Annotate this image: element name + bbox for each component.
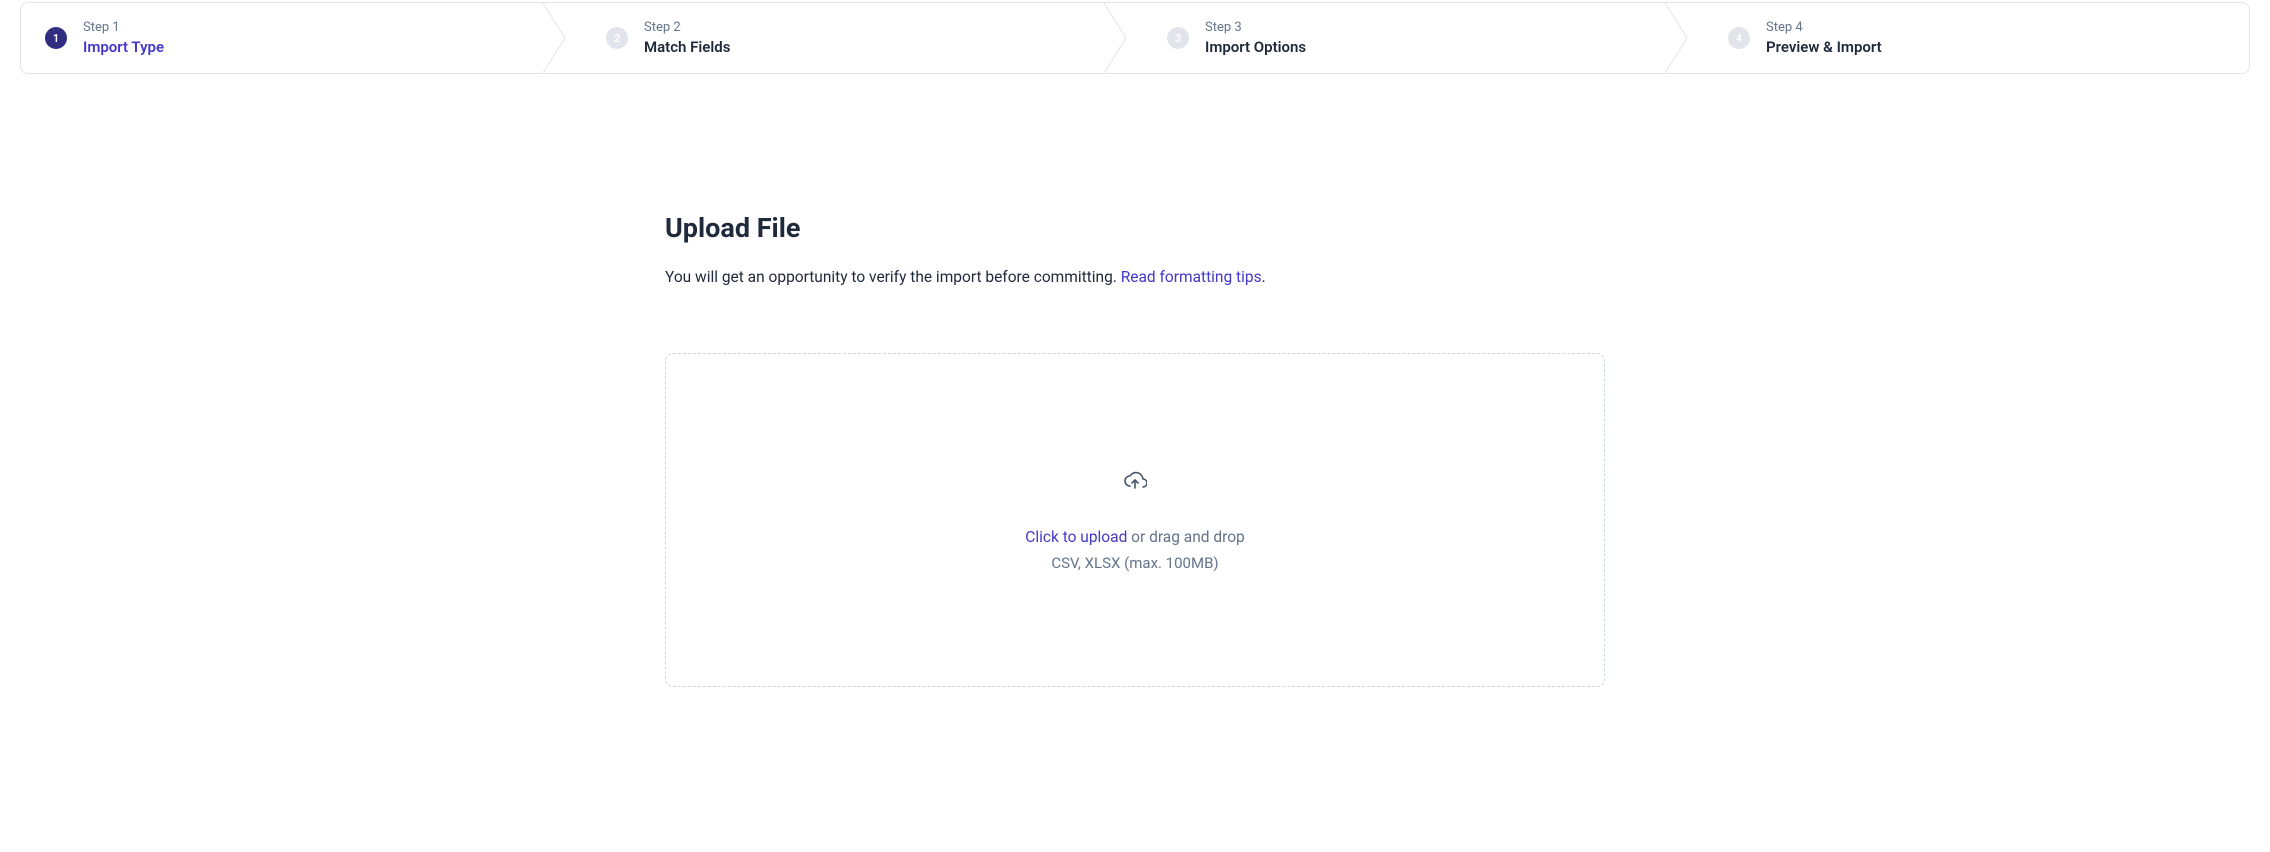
step-number-badge: 3 — [1167, 27, 1189, 49]
step-number-badge: 4 — [1728, 27, 1750, 49]
step-title: Import Type — [83, 37, 164, 57]
step-title: Preview & Import — [1766, 37, 1882, 57]
step-title: Import Options — [1205, 37, 1306, 57]
dropzone-instruction: Click to upload or drag and drop — [1025, 528, 1245, 546]
step-number-badge: 1 — [45, 27, 67, 49]
step-caption: Step 4 — [1766, 19, 1882, 37]
dropzone-hint: CSV, XLSX (max. 100MB) — [1051, 554, 1218, 572]
page-description: You will get an opportunity to verify th… — [665, 266, 1605, 289]
description-text-end: . — [1262, 268, 1266, 286]
step-preview-import[interactable]: 4 Step 4 Preview & Import — [1688, 3, 2249, 73]
step-number-badge: 2 — [606, 27, 628, 49]
step-title: Match Fields — [644, 37, 730, 57]
drag-drop-text: or drag and drop — [1127, 528, 1244, 546]
click-to-upload-text: Click to upload — [1025, 528, 1127, 546]
file-dropzone[interactable]: Click to upload or drag and drop CSV, XL… — [665, 353, 1605, 687]
page-title: Upload File — [665, 212, 1605, 244]
chevron-right-icon — [543, 3, 567, 73]
description-text: You will get an opportunity to verify th… — [665, 268, 1121, 286]
chevron-right-icon — [1665, 3, 1689, 73]
upload-cloud-icon — [1123, 468, 1147, 492]
step-caption: Step 3 — [1205, 19, 1306, 37]
upload-panel: Upload File You will get an opportunity … — [665, 212, 1605, 687]
formatting-tips-link[interactable]: Read formatting tips — [1121, 268, 1262, 286]
step-caption: Step 1 — [83, 19, 164, 37]
step-import-options[interactable]: 3 Step 3 Import Options — [1127, 3, 1688, 73]
step-import-type[interactable]: 1 Step 1 Import Type — [21, 3, 566, 73]
chevron-right-icon — [1104, 3, 1128, 73]
step-caption: Step 2 — [644, 19, 730, 37]
step-match-fields[interactable]: 2 Step 2 Match Fields — [566, 3, 1127, 73]
import-stepper: 1 Step 1 Import Type 2 Step 2 Match Fiel… — [20, 2, 2250, 74]
